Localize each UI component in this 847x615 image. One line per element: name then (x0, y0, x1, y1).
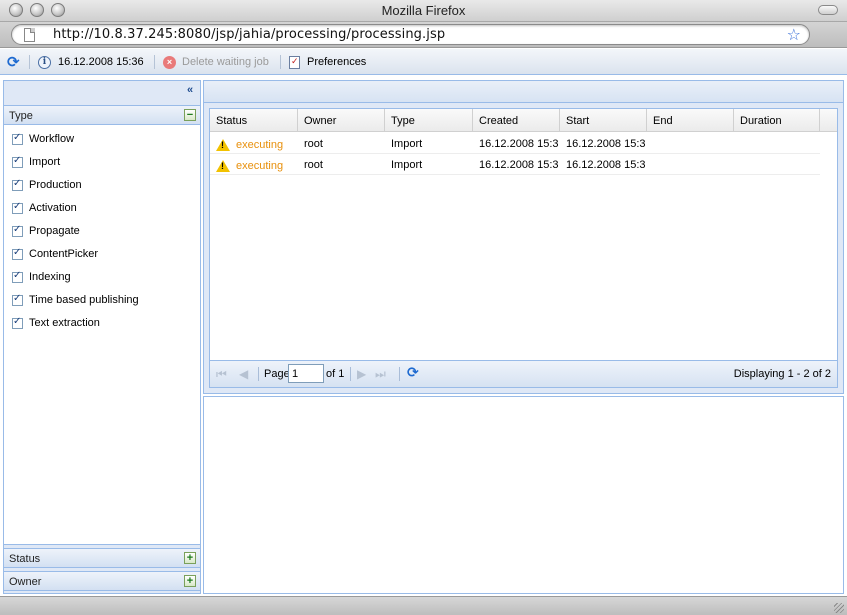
page-count-label: of 1 (326, 368, 345, 380)
preferences-icon (289, 55, 300, 69)
filter-panel: « Type − Workflow Import Production Acti… (3, 80, 201, 594)
start-cell: 16.12.2008 15:3 (566, 138, 646, 150)
details-panel (203, 396, 844, 594)
grid-refresh-icon[interactable]: ⟳ (407, 364, 419, 381)
refresh-button[interactable]: ⟳ (7, 49, 20, 75)
type-checkbox-import[interactable]: Import (12, 154, 60, 170)
status-filter-header[interactable]: Status + (4, 548, 200, 568)
type-checkbox-time-based-publishing[interactable]: Time based publishing (12, 292, 139, 308)
next-page-icon[interactable]: ▶ (357, 367, 366, 381)
created-cell: 16.12.2008 15:3 (479, 138, 559, 150)
first-page-icon[interactable]: ⏮ (216, 367, 227, 382)
column-header-end[interactable]: End (647, 109, 734, 132)
prev-page-icon[interactable]: ◀ (239, 367, 248, 381)
column-header-status[interactable]: Status (210, 109, 298, 132)
type-checkbox-indexing[interactable]: Indexing (12, 269, 71, 285)
column-header-created[interactable]: Created (473, 109, 560, 132)
type-filter-list: Workflow Import Production Activation Pr… (4, 125, 200, 545)
expand-icon[interactable]: + (184, 575, 196, 587)
paging-toolbar: ⏮ ◀ Page of 1 ▶ ⏭ ⟳ Displaying 1 - 2 of … (210, 360, 837, 387)
page-number-input[interactable] (288, 364, 324, 383)
owner-filter-header[interactable]: Owner + (4, 571, 200, 591)
toolbar-timestamp: 16.12.2008 15:36 (58, 56, 144, 68)
browser-navbar: http://10.8.37.245:8080/jsp/jahia/proces… (0, 22, 847, 48)
type-checkbox-text-extraction[interactable]: Text extraction (12, 315, 100, 331)
type-checkbox-propagate[interactable]: Propagate (12, 223, 80, 239)
created-cell: 16.12.2008 15:3 (479, 159, 559, 171)
duration-cell (734, 133, 820, 154)
column-header-type[interactable]: Type (385, 109, 473, 132)
delete-waiting-job-button[interactable]: × Delete waiting job (163, 49, 269, 75)
owner-cell: root (304, 159, 323, 171)
duration-cell (734, 154, 820, 175)
type-checkbox-production[interactable]: Production (12, 177, 82, 193)
info-icon: i (38, 55, 51, 69)
type-checkbox-contentpicker[interactable]: ContentPicker (12, 246, 98, 262)
jobs-grid: Status Owner Type Created Start End Dura… (209, 108, 838, 388)
page-label: Page (264, 368, 290, 380)
grid-header: Status Owner Type Created Start End Dura… (210, 109, 837, 132)
column-header-owner[interactable]: Owner (298, 109, 385, 132)
window-titlebar: Mozilla Firefox (0, 0, 847, 22)
jobs-panel: Status Owner Type Created Start End Dura… (203, 80, 844, 394)
status-cell: executing (236, 160, 284, 172)
displaying-info: Displaying 1 - 2 of 2 (733, 368, 831, 380)
preferences-label: Preferences (307, 56, 367, 68)
end-cell (647, 154, 734, 175)
resize-grip-icon[interactable] (834, 603, 844, 613)
expand-icon[interactable]: + (184, 552, 196, 564)
warning-icon (216, 160, 230, 172)
jobs-panel-header (204, 81, 843, 103)
type-filter-header[interactable]: Type − (4, 105, 200, 125)
collapse-panel-button[interactable]: « (183, 84, 197, 98)
start-cell: 16.12.2008 15:3 (566, 159, 646, 171)
warning-icon (216, 139, 230, 151)
last-page-icon[interactable]: ⏭ (375, 367, 386, 382)
bookmark-star-icon[interactable]: ☆ (787, 25, 801, 45)
window-title: Mozilla Firefox (381, 3, 466, 18)
status-cell: executing (236, 139, 284, 151)
table-row[interactable]: executing root Import 16.12.2008 15:3 16… (210, 133, 820, 154)
url-text: http://10.8.37.245:8080/jsp/jahia/proces… (53, 27, 446, 42)
column-header-duration[interactable]: Duration (734, 109, 820, 132)
collapse-icon[interactable]: − (184, 109, 196, 121)
type-cell: Import (391, 138, 423, 150)
delete-label: Delete waiting job (182, 56, 269, 68)
app-toolbar: ⟳ i 16.12.2008 15:36 × Delete waiting jo… (0, 49, 847, 75)
page-icon (24, 28, 35, 42)
info-item: i 16.12.2008 15:36 (38, 49, 144, 75)
toolbar-toggle-button[interactable] (818, 5, 838, 15)
preferences-button[interactable]: Preferences (289, 49, 366, 75)
type-checkbox-workflow[interactable]: Workflow (12, 131, 74, 147)
collapse-strip: « (4, 81, 200, 103)
type-checkbox-activation[interactable]: Activation (12, 200, 77, 216)
url-field[interactable]: http://10.8.37.245:8080/jsp/jahia/proces… (11, 24, 810, 45)
table-row[interactable]: executing root Import 16.12.2008 15:3 16… (210, 154, 820, 175)
owner-cell: root (304, 138, 323, 150)
column-header-start[interactable]: Start (560, 109, 647, 132)
type-cell: Import (391, 159, 423, 171)
browser-statusbar (0, 596, 847, 615)
delete-icon: × (163, 55, 176, 69)
end-cell (647, 133, 734, 154)
refresh-icon: ⟳ (7, 54, 20, 71)
